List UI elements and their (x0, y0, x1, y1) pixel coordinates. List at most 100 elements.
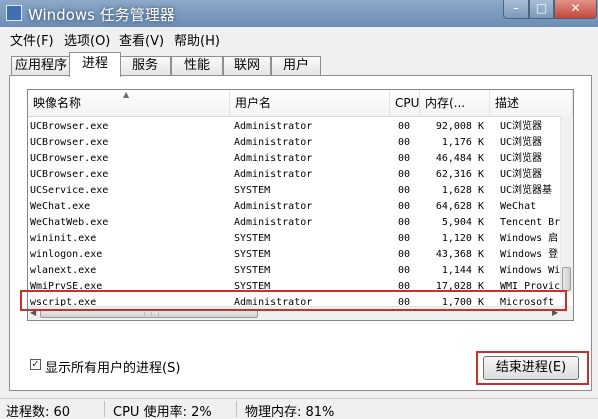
process-description: WeChat (500, 201, 537, 212)
process-user: Administrator (234, 137, 313, 148)
close-button[interactable]: ✕ (554, 0, 597, 19)
task-manager-window: Windows 任务管理器 – □ ✕ 文件(F) 选项(O) 查看(V) 帮助… (0, 0, 598, 419)
vertical-scroll-thumb[interactable] (562, 267, 571, 291)
process-name: UCBrowser.exe (30, 137, 109, 148)
scroll-left-icon[interactable]: ◀ (30, 308, 36, 317)
process-user: SYSTEM (234, 185, 271, 196)
status-cpu-usage: CPU 使用率: 2% (113, 405, 212, 419)
process-name: UCBrowser.exe (30, 153, 109, 164)
process-user: SYSTEM (234, 265, 271, 276)
table-row[interactable]: winlogon.exe SYSTEM 00 43,368 K Windows 登 (28, 247, 561, 263)
table-row[interactable]: UCBrowser.exe Administrator 00 46,484 K UC浏览… (28, 151, 561, 167)
status-bar: 进程数: 60 CPU 使用率: 2% 物理内存: 81% (0, 398, 598, 419)
maximize-button[interactable]: □ (529, 0, 554, 19)
process-user: SYSTEM (234, 281, 271, 292)
process-description: UC浏览器 (500, 121, 543, 132)
column-description[interactable]: 描述 (490, 90, 573, 116)
process-list-header: 映像名称 ▲ 用户名 CPU 内存(... 描述 (28, 90, 573, 117)
process-cpu: 00 (398, 169, 411, 180)
process-name: UCBrowser.exe (30, 121, 109, 132)
process-cpu: 00 (398, 185, 411, 196)
process-user: Administrator (234, 201, 313, 212)
menu-file[interactable]: 文件(F) (10, 30, 54, 49)
task-manager-icon (6, 5, 22, 21)
process-user: Administrator (234, 217, 313, 228)
horizontal-scroll-thumb[interactable]: ⋮⋮⋮ (40, 309, 258, 318)
table-row[interactable]: WeChatWeb.exe Administrator 00 5,904 K Tence… (28, 215, 561, 231)
process-cpu: 00 (398, 153, 411, 164)
process-memory: 64,628 K (435, 201, 484, 212)
menu-help[interactable]: 帮助(H) (174, 30, 220, 49)
process-name: WeChatWeb.exe (30, 217, 109, 228)
process-list[interactable]: 映像名称 ▲ 用户名 CPU 内存(... 描述 UCBrowser.exe Ad… (27, 89, 574, 321)
process-cpu: 00 (398, 121, 411, 132)
sort-ascending-icon: ▲ (123, 90, 130, 99)
process-name: WeChat.exe (30, 201, 91, 212)
status-physical-memory: 物理内存: 81% (245, 405, 335, 419)
process-description: UC浏览器 (500, 153, 543, 164)
tab-strip: 应用程序 进程 服务 性能 联网 用户 (0, 52, 598, 77)
scroll-right-icon[interactable]: ▶ (552, 308, 558, 317)
process-memory: 5,904 K (441, 217, 484, 228)
table-row[interactable]: WeChat.exe Administrator 00 64,628 K WeChat (28, 199, 561, 215)
show-all-users-shortcut: (S) (162, 361, 181, 376)
table-row[interactable]: UCBrowser.exe Administrator 00 62,316 K UC浏览… (28, 167, 561, 183)
menu-options[interactable]: 选项(O) (64, 30, 110, 49)
process-cpu: 00 (398, 233, 411, 244)
process-name: winlogon.exe (30, 249, 103, 260)
process-memory: 1,120 K (441, 233, 484, 244)
column-memory[interactable]: 内存(... (420, 90, 490, 116)
process-cpu: 00 (398, 281, 411, 292)
tab-applications[interactable]: 应用程序 (11, 56, 71, 76)
process-user: Administrator (234, 121, 313, 132)
tab-processes[interactable]: 进程 (69, 52, 121, 77)
process-user: SYSTEM (234, 233, 271, 244)
table-row[interactable]: wininit.exe SYSTEM 00 1,120 K Windows 启 (28, 231, 561, 247)
tab-users[interactable]: 用户 (271, 56, 321, 76)
process-memory: 62,316 K (435, 169, 484, 180)
table-row[interactable]: UCBrowser.exe Administrator 00 92,008 K UC浏览… (28, 119, 561, 135)
tab-networking[interactable]: 联网 (223, 56, 271, 76)
table-row[interactable]: WmiPrvSE.exe SYSTEM 00 17,028 K WMI Provic (28, 279, 561, 295)
process-cpu: 00 (398, 265, 411, 276)
title-bar[interactable]: Windows 任务管理器 – □ ✕ (0, 0, 598, 27)
table-row[interactable]: UCService.exe SYSTEM 00 1,628 K UC浏览器基 (28, 183, 561, 199)
column-user-name[interactable]: 用户名 (230, 90, 390, 116)
process-description: Tencent Br (500, 217, 561, 228)
processes-panel: 映像名称 ▲ 用户名 CPU 内存(... 描述 UCBrowser.exe Ad… (9, 75, 592, 391)
status-divider (236, 401, 237, 417)
vertical-scrollbar[interactable] (560, 116, 573, 294)
process-memory: 46,484 K (435, 153, 484, 164)
process-memory: 92,008 K (435, 121, 484, 132)
tab-services[interactable]: 服务 (119, 56, 171, 76)
process-name: wlanext.exe (30, 265, 97, 276)
process-cpu: 00 (398, 201, 411, 212)
process-name: WmiPrvSE.exe (30, 281, 103, 292)
column-cpu[interactable]: CPU (390, 90, 420, 116)
process-user: Administrator (234, 169, 313, 180)
menu-bar: 文件(F) 选项(O) 查看(V) 帮助(H) (0, 28, 598, 49)
table-row[interactable]: UCBrowser.exe Administrator 00 1,176 K UC浏览器 (28, 135, 561, 151)
process-description: Windows Wi (500, 265, 561, 276)
minimize-button[interactable]: – (503, 0, 529, 19)
checkbox-check-icon[interactable]: ✓ (30, 359, 41, 370)
horizontal-scrollbar[interactable]: ◀ ⋮⋮⋮ ▶ (28, 306, 573, 320)
end-process-button[interactable]: 结束进程(E) (483, 356, 579, 380)
process-name: wininit.exe (30, 233, 97, 244)
scroll-grip-icon: ⋮⋮⋮ (141, 309, 162, 317)
process-memory: 17,028 K (435, 281, 484, 292)
process-user: SYSTEM (234, 249, 271, 260)
show-all-users-label: 显示所有用户的进程 (45, 361, 163, 376)
menu-view[interactable]: 查看(V) (119, 30, 164, 49)
process-cpu: 00 (398, 217, 411, 228)
process-name: UCService.exe (30, 185, 109, 196)
process-description: Windows 启 (500, 233, 559, 244)
process-memory: 1,176 K (441, 137, 484, 148)
tab-performance[interactable]: 性能 (171, 56, 223, 76)
process-description: Windows 登 (500, 249, 559, 260)
status-process-count: 进程数: 60 (6, 405, 71, 419)
process-cpu: 00 (398, 249, 411, 260)
table-row[interactable]: wlanext.exe SYSTEM 00 1,144 K Windows Wi (28, 263, 561, 279)
process-memory: 1,144 K (441, 265, 484, 276)
process-description: UC浏览器基 (500, 185, 553, 196)
